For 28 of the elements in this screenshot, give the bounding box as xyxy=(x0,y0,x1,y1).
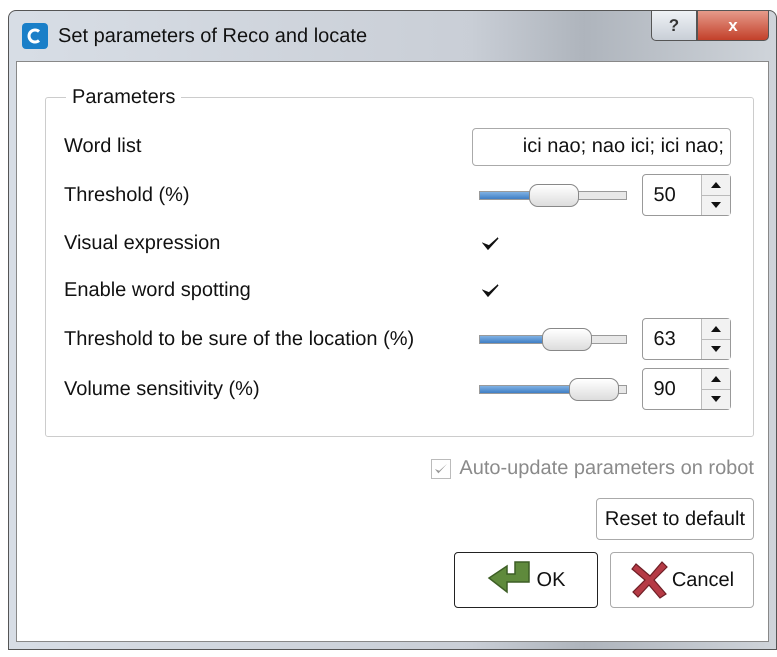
window-title: Set parameters of Reco and locate xyxy=(58,24,368,48)
check-icon xyxy=(482,282,500,298)
help-button[interactable]: ? xyxy=(651,11,697,41)
group-title: Parameters xyxy=(71,86,176,109)
close-button[interactable]: x xyxy=(697,11,769,41)
parameter-label: Threshold to be sure of the location (%) xyxy=(64,328,414,350)
cancel-button[interactable]: Cancel xyxy=(610,552,754,608)
slider[interactable] xyxy=(479,182,628,208)
word-list-field[interactable]: ici nao; nao ici; ici nao; xyxy=(472,128,731,166)
parameter-label: Visual expression xyxy=(64,232,220,255)
spin-box[interactable]: 50 xyxy=(642,174,731,216)
auto-update-label: Auto-update parameters on robot xyxy=(459,457,754,480)
slider-thumb[interactable] xyxy=(568,378,619,400)
parameter-label: Threshold (%) xyxy=(64,184,190,206)
app-logo-icon xyxy=(22,23,48,49)
parameter-label: Enable word spotting xyxy=(64,279,251,302)
x-mark-icon xyxy=(630,560,670,600)
parameter-label: Word list xyxy=(64,135,142,158)
spin-box[interactable]: 90 xyxy=(642,368,731,410)
spin-box[interactable]: 63 xyxy=(642,318,731,360)
slider[interactable] xyxy=(479,376,628,402)
check-icon xyxy=(482,236,500,252)
slider[interactable] xyxy=(479,326,628,352)
parameter-label: Volume sensitivity (%) xyxy=(64,378,260,400)
slider-thumb[interactable] xyxy=(542,328,592,350)
ok-button[interactable]: OK xyxy=(454,552,598,608)
reset-button[interactable]: Reset to default xyxy=(596,498,754,540)
slider-thumb[interactable] xyxy=(528,184,579,206)
